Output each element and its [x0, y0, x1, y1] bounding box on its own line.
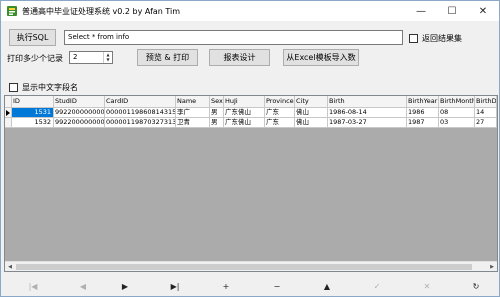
return-results-checkbox[interactable] — [409, 34, 418, 43]
table-cell[interactable]: 广东 — [265, 108, 295, 118]
table-cell[interactable]: 佛山 — [295, 118, 328, 128]
row-indicator[interactable] — [5, 108, 12, 118]
table-cell[interactable]: 男 — [210, 118, 224, 128]
table-cell[interactable]: 9922000000002 — [54, 118, 105, 128]
column-header[interactable]: BirthMonth — [439, 96, 475, 108]
row-indicator-header — [5, 96, 12, 108]
table-cell[interactable]: 08 — [439, 108, 475, 118]
table-cell[interactable]: 1532 — [12, 118, 54, 128]
column-header[interactable]: StudID — [54, 96, 105, 108]
table-cell[interactable]: 27 — [475, 118, 497, 128]
row-indicator[interactable] — [5, 118, 12, 128]
column-header[interactable]: BirthD — [475, 96, 497, 108]
report-design-button[interactable]: 报表设计 — [209, 49, 270, 66]
cancel-edit-icon[interactable]: ✕ — [417, 280, 437, 294]
return-results-label: 返回结果集 — [422, 34, 462, 43]
sql-query-input[interactable]: Select * from info — [64, 30, 403, 45]
close-button[interactable]: ✕ — [469, 1, 497, 21]
next-record-icon[interactable]: ▶ — [115, 280, 135, 294]
column-header[interactable]: HuJi — [224, 96, 265, 108]
table-cell[interactable]: 000001198703273136 — [105, 118, 176, 128]
print-count-spinner[interactable]: 2 ▲ ▼ — [69, 51, 113, 64]
show-chinese-fields-checkbox[interactable] — [9, 83, 18, 92]
table-cell[interactable]: 1987-03-27 — [328, 118, 407, 128]
table-cell[interactable]: 卫青 — [176, 118, 210, 128]
table-cell[interactable]: 李广 — [176, 108, 210, 118]
minimize-button[interactable]: — — [407, 1, 435, 21]
spinner-buttons: ▲ ▼ — [103, 52, 112, 63]
table-cell[interactable]: 广东佛山 — [224, 108, 265, 118]
refresh-icon[interactable]: ↻ — [466, 280, 486, 294]
edit-record-icon[interactable]: ▲ — [317, 280, 337, 294]
app-icon — [7, 6, 17, 16]
column-header[interactable]: Sex — [210, 96, 224, 108]
scroll-left-icon[interactable]: ◀ — [5, 262, 15, 271]
table-cell[interactable]: 9922000000001 — [54, 108, 105, 118]
print-count-label: 打印多少个记录 — [7, 54, 63, 63]
window-title: 普通高中毕业证处理系统 v0.2 by Afan Tim — [22, 7, 181, 16]
column-header[interactable]: City — [295, 96, 328, 108]
table-cell[interactable]: 佛山 — [295, 108, 328, 118]
table-cell[interactable]: 03 — [439, 118, 475, 128]
column-header[interactable]: Province — [265, 96, 295, 108]
table-cell[interactable]: 1986 — [407, 108, 439, 118]
maximize-button[interactable]: ☐ — [438, 1, 466, 21]
grid-body: ID StudID CardID Name Sex HuJi Province … — [5, 96, 497, 261]
column-header[interactable]: Name — [176, 96, 210, 108]
column-header[interactable]: Birth — [328, 96, 407, 108]
table-cell[interactable]: 男 — [210, 108, 224, 118]
data-grid[interactable]: ID StudID CardID Name Sex HuJi Province … — [4, 95, 498, 272]
insert-record-icon[interactable]: + — [216, 280, 236, 294]
table-cell[interactable]: 广东佛山 — [224, 118, 265, 128]
horizontal-scrollbar[interactable]: ◀ ▶ — [5, 261, 497, 271]
import-excel-button[interactable]: 从Excel模板导入数 — [283, 49, 359, 66]
spinner-down-icon[interactable]: ▼ — [104, 57, 112, 62]
scrollbar-thumb[interactable] — [16, 264, 472, 270]
delete-record-icon[interactable]: − — [267, 280, 287, 294]
show-chinese-fields-label: 显示中文字段名 — [22, 83, 78, 92]
table-cell[interactable]: 000001198608143157 — [105, 108, 176, 118]
table-cell[interactable]: 1531 — [12, 108, 54, 118]
table-cell[interactable]: 广东 — [265, 118, 295, 128]
exec-sql-button[interactable]: 执行SQL — [9, 29, 56, 46]
table-row[interactable]: 1531 9922000000001 000001198608143157 李广… — [5, 108, 497, 118]
last-record-icon[interactable]: ▶| — [165, 280, 185, 294]
column-header[interactable]: BirthYear — [407, 96, 439, 108]
print-count-value: 2 — [73, 53, 78, 61]
scroll-right-icon[interactable]: ▶ — [487, 262, 497, 271]
column-header[interactable]: ID — [12, 96, 54, 108]
table-cell[interactable]: 14 — [475, 108, 497, 118]
table-cell[interactable]: 1987 — [407, 118, 439, 128]
preview-print-button[interactable]: 预览 & 打印 — [137, 49, 198, 66]
table-row[interactable]: 1532 9922000000002 000001198703273136 卫青… — [5, 118, 497, 128]
current-row-arrow-icon — [6, 110, 10, 116]
title-bar: 普通高中毕业证处理系统 v0.2 by Afan Tim — ☐ ✕ — [1, 1, 499, 21]
first-record-icon[interactable]: |◀ — [23, 280, 43, 294]
post-edit-icon[interactable]: ✓ — [367, 280, 387, 294]
grid-header-row: ID StudID CardID Name Sex HuJi Province … — [5, 96, 497, 108]
table-cell[interactable]: 1986-08-14 — [328, 108, 407, 118]
prior-record-icon[interactable]: ◀ — [73, 280, 93, 294]
db-navigator: |◀ ◀ ▶ ▶| + − ▲ ✓ ✕ ↻ — [1, 277, 499, 297]
column-header[interactable]: CardID — [105, 96, 176, 108]
main-window: 普通高中毕业证处理系统 v0.2 by Afan Tim — ☐ ✕ 执行SQL… — [0, 0, 500, 297]
